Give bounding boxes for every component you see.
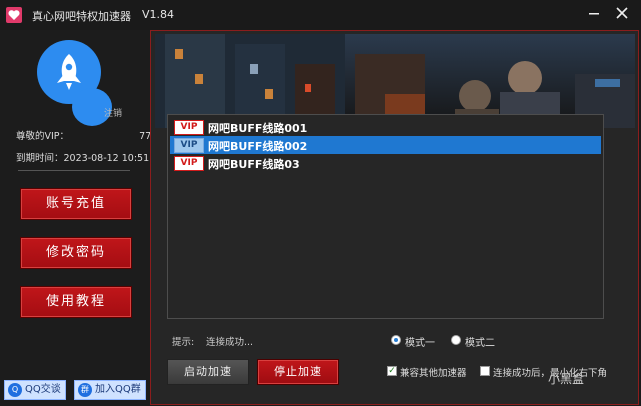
qq-chat-label: QQ交谈 [25, 384, 61, 395]
join-qq-group-button[interactable]: 群 加入QQ群 [74, 380, 146, 400]
qq-group-label: 加入QQ群 [95, 384, 141, 395]
heart-logo-icon [6, 7, 22, 23]
logout-link[interactable]: 注销 [104, 106, 122, 119]
status-text: 连接成功... [206, 337, 254, 348]
vip-info: 尊敬的VIP： 77 [16, 128, 151, 142]
vip-badge: VIP [174, 138, 204, 153]
app-version: V1.84 [142, 8, 175, 21]
tutorial-button[interactable]: 使用教程 [20, 286, 132, 318]
mode2-label[interactable]: 模式二 [465, 334, 495, 349]
vip-badge: VIP [174, 156, 204, 171]
stop-accelerate-button[interactable]: 停止加速 [257, 359, 339, 385]
hint-label: 提示: [172, 337, 195, 348]
line-label: 网吧BUFF线路002 [208, 140, 308, 153]
close-icon [616, 7, 628, 19]
line-label: 网吧BUFF线路03 [208, 158, 300, 171]
watermark-text: 小黑盒 [548, 372, 585, 386]
compat-label[interactable]: 兼容其他加速器 [400, 365, 467, 379]
minimize-button[interactable] [584, 5, 604, 25]
qq-penguin-icon: Q [8, 383, 22, 397]
expire-info: 到期时间：2023-08-12 10:51 [16, 150, 149, 164]
line-label: 网吧BUFF线路001 [208, 122, 308, 135]
mode1-radio[interactable] [391, 335, 401, 345]
vip-label: 尊敬的VIP： [16, 131, 70, 142]
sidebar-divider [18, 170, 130, 171]
rocket-icon [57, 54, 81, 90]
vip-badge: VIP [174, 120, 204, 135]
close-button[interactable] [612, 5, 632, 25]
line-item-002[interactable]: VIP 网吧BUFF线路002 [170, 136, 601, 154]
minimize-icon [589, 13, 599, 15]
app-title: 真心网吧特权加速器 [32, 10, 131, 23]
mode1-label[interactable]: 模式一 [405, 334, 435, 349]
start-accelerate-button[interactable]: 启动加速 [167, 359, 249, 385]
expire-value: 2023-08-12 10:51 [63, 153, 150, 164]
compat-checkbox[interactable]: ✓ [387, 366, 397, 376]
line-item-03[interactable]: VIP 网吧BUFF线路03 [170, 154, 601, 172]
qq-chat-button[interactable]: Q QQ交谈 [4, 380, 66, 400]
expire-label: 到期时间： [16, 153, 64, 164]
mode2-radio[interactable] [451, 335, 461, 345]
line-list: VIP 网吧BUFF线路001 VIP 网吧BUFF线路002 VIP 网吧BU… [167, 114, 604, 319]
recharge-button[interactable]: 账号充值 [20, 188, 132, 220]
line-item-001[interactable]: VIP 网吧BUFF线路001 [170, 118, 601, 136]
qq-group-icon: 群 [78, 383, 92, 397]
change-password-button[interactable]: 修改密码 [20, 237, 132, 269]
title-bar: 真心网吧特权加速器 V1.84 [0, 0, 641, 30]
minimize-tray-checkbox[interactable] [480, 366, 490, 376]
